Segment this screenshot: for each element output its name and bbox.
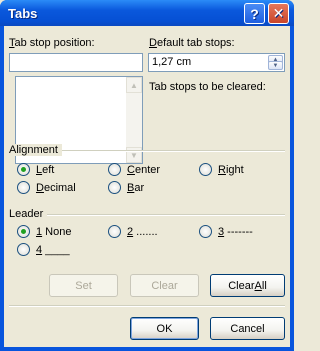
radio-unchecked-icon bbox=[108, 225, 121, 238]
buttons-divider bbox=[9, 305, 285, 307]
dialog-body: Tab stop position: ▲ ▼ Default tab stops… bbox=[4, 26, 290, 347]
leader-4-underline-radio[interactable]: 4 ____ bbox=[17, 243, 70, 256]
clear-all-button[interactable]: Clear All bbox=[210, 274, 285, 297]
default-tab-stops-input[interactable]: 1,27 cm ▲ ▼ bbox=[148, 53, 285, 72]
radio-unchecked-icon bbox=[108, 181, 121, 194]
radio-unchecked-icon bbox=[17, 181, 30, 194]
help-button[interactable]: ? bbox=[244, 3, 265, 24]
tab-stop-position-label: Tab stop position: bbox=[9, 37, 95, 49]
radio-unchecked-icon bbox=[199, 163, 212, 176]
set-button[interactable]: Set bbox=[49, 274, 118, 297]
close-button[interactable]: ✕ bbox=[268, 3, 289, 24]
dialog-title: Tabs bbox=[8, 5, 38, 21]
alignment-bar-radio[interactable]: Bar bbox=[108, 181, 144, 194]
default-tab-stops-label: Default tab stops: bbox=[149, 37, 235, 49]
scroll-up-icon[interactable]: ▲ bbox=[126, 77, 142, 93]
tab-stops-to-clear-label: Tab stops to be cleared: bbox=[149, 81, 266, 93]
tab-stop-position-input[interactable] bbox=[9, 53, 143, 72]
ok-button[interactable]: OK bbox=[130, 317, 199, 340]
tabs-dialog: Tabs ? ✕ Tab stop position: ▲ ▼ Default … bbox=[0, 0, 294, 351]
cancel-button[interactable]: Cancel bbox=[210, 317, 285, 340]
leader-1-none-radio[interactable]: 1 None bbox=[17, 225, 71, 238]
leader-3-dashes-radio[interactable]: 3 ------- bbox=[199, 225, 253, 238]
alignment-group-title: Alignment bbox=[9, 144, 62, 156]
leader-divider bbox=[9, 214, 285, 216]
spin-down-icon[interactable]: ▼ bbox=[268, 61, 283, 70]
radio-checked-icon bbox=[17, 225, 30, 238]
help-icon: ? bbox=[250, 5, 259, 22]
leader-2-dots-radio[interactable]: 2 ....... bbox=[108, 225, 158, 238]
alignment-left-radio[interactable]: Left bbox=[17, 163, 54, 176]
alignment-center-radio[interactable]: Center bbox=[108, 163, 160, 176]
leader-group-title: Leader bbox=[9, 208, 48, 220]
radio-unchecked-icon bbox=[108, 163, 121, 176]
alignment-decimal-radio[interactable]: Decimal bbox=[17, 181, 76, 194]
radio-checked-icon bbox=[17, 163, 30, 176]
radio-unchecked-icon bbox=[17, 243, 30, 256]
radio-unchecked-icon bbox=[199, 225, 212, 238]
close-icon: ✕ bbox=[272, 5, 285, 21]
title-bar: Tabs ? ✕ bbox=[0, 0, 294, 26]
clear-button[interactable]: Clear bbox=[130, 274, 199, 297]
alignment-right-radio[interactable]: Right bbox=[199, 163, 244, 176]
